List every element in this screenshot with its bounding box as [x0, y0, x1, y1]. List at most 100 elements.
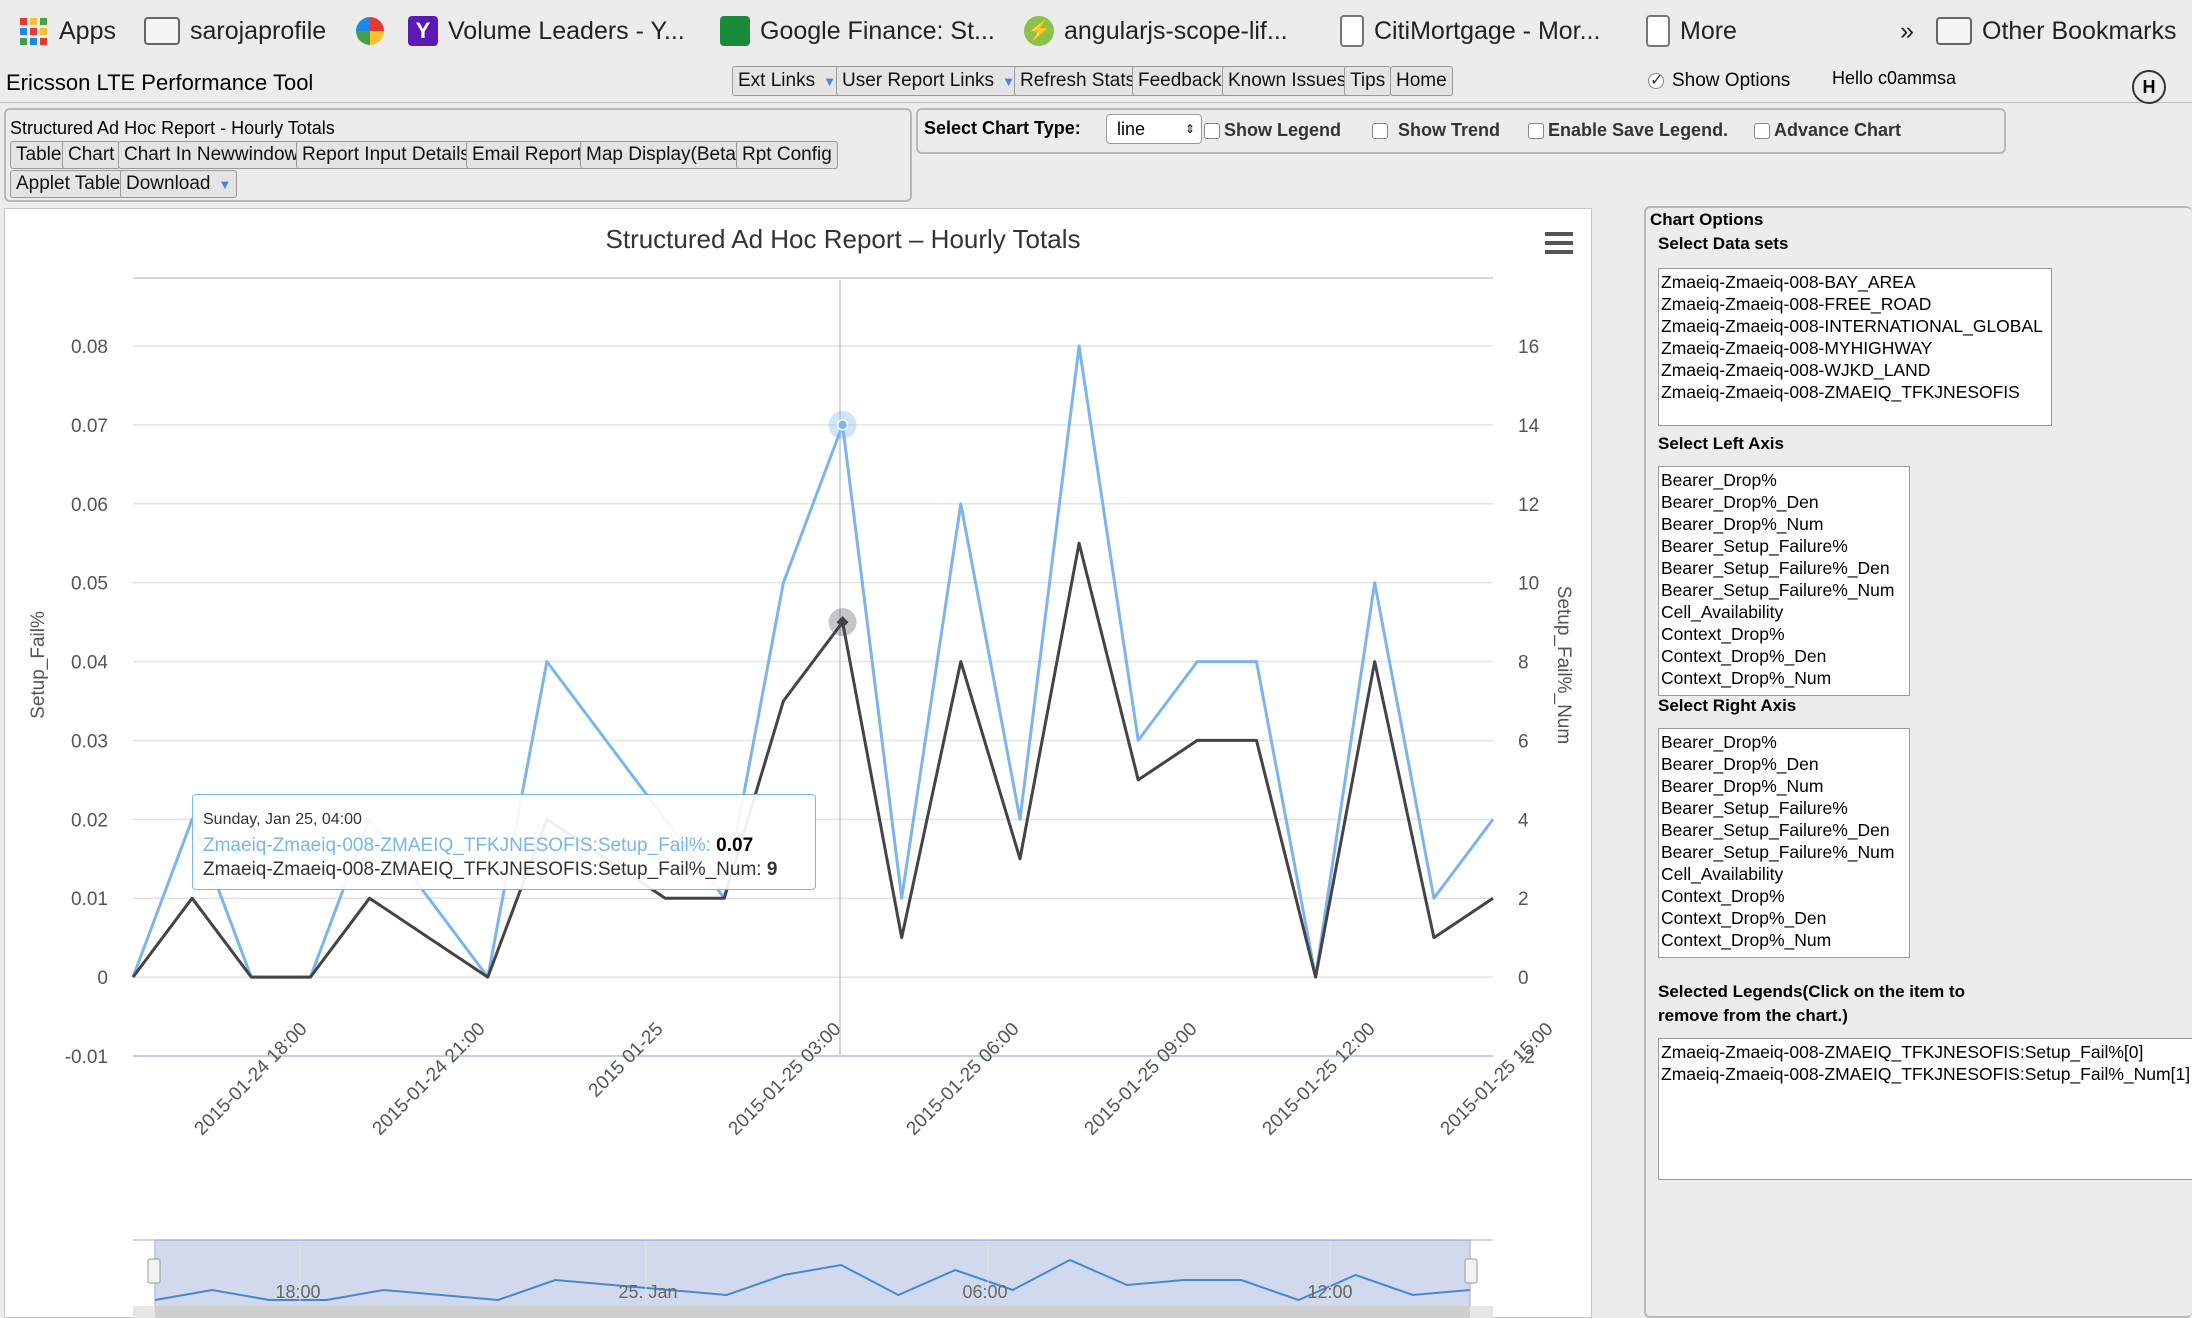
chart-navigator[interactable]: 18:00 25. Jan 06:00 12:00 [133, 1239, 1493, 1318]
dataset-option[interactable]: Zmaeiq-Zmaeiq-008-ZMAEIQ_TFKJNESOFIS [1661, 381, 2049, 403]
y-axis-label: Setup_Fail% [28, 611, 49, 719]
tooltip-series-1-value: 0.07 [716, 835, 754, 856]
selected-legends-list[interactable]: Zmaeiq-Zmaeiq-008-ZMAEIQ_TFKJNESOFIS:Set… [1658, 1038, 2192, 1180]
right-axis-list[interactable]: Bearer_Drop% Bearer_Drop%_Den Bearer_Drop%… [1658, 728, 1910, 958]
legend-item[interactable]: Zmaeiq-Zmaeiq-008-ZMAEIQ_TFKJNESOFIS:Set… [1661, 1063, 2192, 1085]
y2-tick-label: 12 [1518, 495, 1539, 516]
bookmark-label: Other Bookmarks [1982, 16, 2177, 45]
hamburger-menu-icon[interactable] [1545, 232, 1573, 254]
y-tick-label: 0.07 [71, 416, 108, 437]
chevron-double-right-icon: » [1900, 16, 1914, 45]
dataset-option[interactable]: Zmaeiq-Zmaeiq-008-WJKD_LAND [1661, 359, 2049, 381]
left-axis-option[interactable]: Context_Drop% [1661, 623, 1907, 645]
show-options-toggle[interactable]: Show Options [1648, 70, 1790, 92]
dataset-option[interactable]: Zmaeiq-Zmaeiq-008-FREE_ROAD [1661, 293, 2049, 315]
y2-tick-label: 2 [1518, 889, 1529, 910]
right-axis-option[interactable]: Bearer_Drop% [1661, 731, 1907, 753]
legends-label-line2: remove from the chart.) [1658, 1006, 1848, 1025]
advance-chart-label: Advance Chart [1774, 120, 1902, 140]
x-tick-label: 2015-01-24 18:00 [191, 1019, 312, 1140]
legend-item[interactable]: Zmaeiq-Zmaeiq-008-ZMAEIQ_TFKJNESOFIS:Set… [1661, 1041, 2192, 1063]
right-axis-option[interactable]: Context_Drop%_Num [1661, 929, 1907, 951]
left-axis-option[interactable]: Bearer_Setup_Failure%_Num [1661, 579, 1907, 601]
dataset-option[interactable]: Zmaeiq-Zmaeiq-008-BAY_AREA [1661, 271, 2049, 293]
advance-chart-option[interactable]: Advance Chart [1754, 120, 1901, 141]
hover-marker-series-1 [836, 419, 849, 431]
dataset-option[interactable]: Zmaeiq-Zmaeiq-008-INTERNATIONAL_GLOBAL [1661, 315, 2049, 337]
bookmark-other-bookmarks[interactable]: Other Bookmarks [1936, 8, 2177, 54]
datasets-list[interactable]: Zmaeiq-Zmaeiq-008-BAY_AREA Zmaeiq-Zmaeiq-… [1658, 268, 2052, 426]
navigator-label: 25. Jan [618, 1282, 677, 1302]
y-tick-label: 0 [97, 968, 108, 989]
y-tick-label: 0.02 [71, 810, 108, 831]
right-axis-option[interactable]: Context_Drop% [1661, 885, 1907, 907]
right-axis-option[interactable]: Bearer_Setup_Failure%_Den [1661, 819, 1907, 841]
navigator-left-handle[interactable] [147, 1258, 161, 1284]
left-axis-label: Select Left Axis [1658, 434, 1784, 453]
x-tick-label: 2015-01-25 03:00 [725, 1019, 846, 1140]
navigator-label: 06:00 [962, 1282, 1007, 1302]
bookmark-more[interactable]: More [1646, 8, 1737, 54]
navigator-scrollbar-thumb[interactable] [155, 1306, 1470, 1318]
right-axis-option[interactable]: Bearer_Drop%_Den [1661, 753, 1907, 775]
show-options-checkbox[interactable] [1648, 70, 1664, 90]
y-tick-label: -0.01 [65, 1047, 108, 1068]
y-tick-label: 0.04 [71, 653, 108, 674]
x-tick-label: 2015 01-25 [585, 1019, 668, 1102]
right-axis-option[interactable]: Bearer_Setup_Failure% [1661, 797, 1907, 819]
chart-options-panel: Chart Options Select Data sets Zmaeiq-Zm… [1644, 206, 2192, 1318]
navigator-label: 12:00 [1307, 1282, 1352, 1302]
left-axis-option[interactable]: Context_Drop%_Den [1661, 645, 1907, 667]
y-tick-label: 0.05 [71, 574, 108, 595]
x-tick-label: 2015-01-25 09:00 [1081, 1019, 1202, 1140]
advance-chart-checkbox[interactable] [1754, 122, 1770, 139]
x-axis-ticks: 2015-01-24 18:00 2015-01-24 21:00 2015 01-… [191, 1019, 1558, 1140]
line-chart: Structured Ad Hoc Report – Hourly Totals… [28, 224, 1574, 1318]
y2-axis-label: Setup_Fail%_Num [1553, 586, 1574, 744]
left-axis-option[interactable]: Bearer_Setup_Failure%_Den [1661, 557, 1907, 579]
y-tick-label: 0.01 [71, 889, 108, 910]
tooltip-series-2-label: Zmaeiq-Zmaeiq-008-ZMAEIQ_TFKJNESOFIS:Set… [203, 859, 767, 880]
y-axis-ticks: -0.01 0 0.01 0.02 0.03 0.04 0.05 0.06 0.07 0.08 [65, 337, 109, 1068]
chart-tooltip: Sunday, Jan 25, 04:00 Zmaeiq-Zmaeiq-008-… [192, 794, 816, 890]
help-badge[interactable]: H [2132, 70, 2166, 104]
chart-title: Structured Ad Hoc Report – Hourly Totals [606, 224, 1081, 254]
bookmark-label: More [1680, 16, 1737, 45]
y2-tick-label: 8 [1518, 653, 1529, 674]
left-axis-option[interactable]: Bearer_Setup_Failure% [1661, 535, 1907, 557]
show-options-label: Show Options [1672, 70, 1791, 91]
user-greeting: Hello c0ammsa [1832, 68, 1957, 88]
x-tick-label: 2015-01-25 12:00 [1259, 1019, 1380, 1140]
dataset-option[interactable]: Zmaeiq-Zmaeiq-008-MYHIGHWAY [1661, 337, 2049, 359]
y2-tick-label: 16 [1518, 337, 1539, 358]
right-axis-option[interactable]: Context_Drop%_Den [1661, 907, 1907, 929]
datasets-label: Select Data sets [1658, 234, 1789, 253]
left-axis-option[interactable]: Bearer_Drop%_Den [1661, 491, 1907, 513]
left-axis-option[interactable]: Bearer_Drop% [1661, 469, 1907, 491]
left-axis-option[interactable]: Bearer_Drop%_Num [1661, 513, 1907, 535]
right-axis-option[interactable]: Cell_Availability [1661, 863, 1907, 885]
page-icon [1646, 15, 1670, 47]
navigator-right-handle[interactable] [1464, 1258, 1478, 1284]
bookmarks-overflow-button[interactable]: » [1900, 8, 1914, 54]
y2-tick-label: 0 [1518, 968, 1529, 989]
left-axis-option[interactable]: Context_Drop%_Num [1661, 667, 1907, 689]
tooltip-series-2: Zmaeiq-Zmaeiq-008-ZMAEIQ_TFKJNESOFIS:Set… [203, 859, 805, 881]
x-tick-label: 2015-01-25 06:00 [903, 1019, 1024, 1140]
right-axis-label: Select Right Axis [1658, 696, 1797, 715]
tooltip-series-1: Zmaeiq-Zmaeiq-008-ZMAEIQ_TFKJNESOFIS:Set… [203, 835, 805, 857]
series-line-2[interactable] [131, 541, 1494, 979]
y-tick-label: 0.06 [71, 495, 108, 516]
y2-tick-label: 6 [1518, 731, 1529, 752]
legends-label-line1: Selected Legends(Click on the item to [1658, 982, 1966, 1001]
tooltip-date: Sunday, Jan 25, 04:00 [203, 811, 362, 828]
left-axis-list[interactable]: Bearer_Drop% Bearer_Drop%_Den Bearer_Drop%… [1658, 466, 1910, 696]
right-axis-option[interactable]: Bearer_Drop%_Num [1661, 775, 1907, 797]
x-tick-label: 2015-01-24 21:00 [369, 1019, 490, 1140]
y2-tick-label: 14 [1518, 416, 1540, 437]
left-axis-option[interactable]: Cell_Availability [1661, 601, 1907, 623]
navigator-label: 18:00 [275, 1282, 320, 1302]
tooltip-series-1-label: Zmaeiq-Zmaeiq-008-ZMAEIQ_TFKJNESOFIS:Set… [203, 835, 717, 856]
right-axis-option[interactable]: Bearer_Setup_Failure%_Num [1661, 841, 1907, 863]
tooltip-series-2-value: 9 [766, 859, 778, 880]
